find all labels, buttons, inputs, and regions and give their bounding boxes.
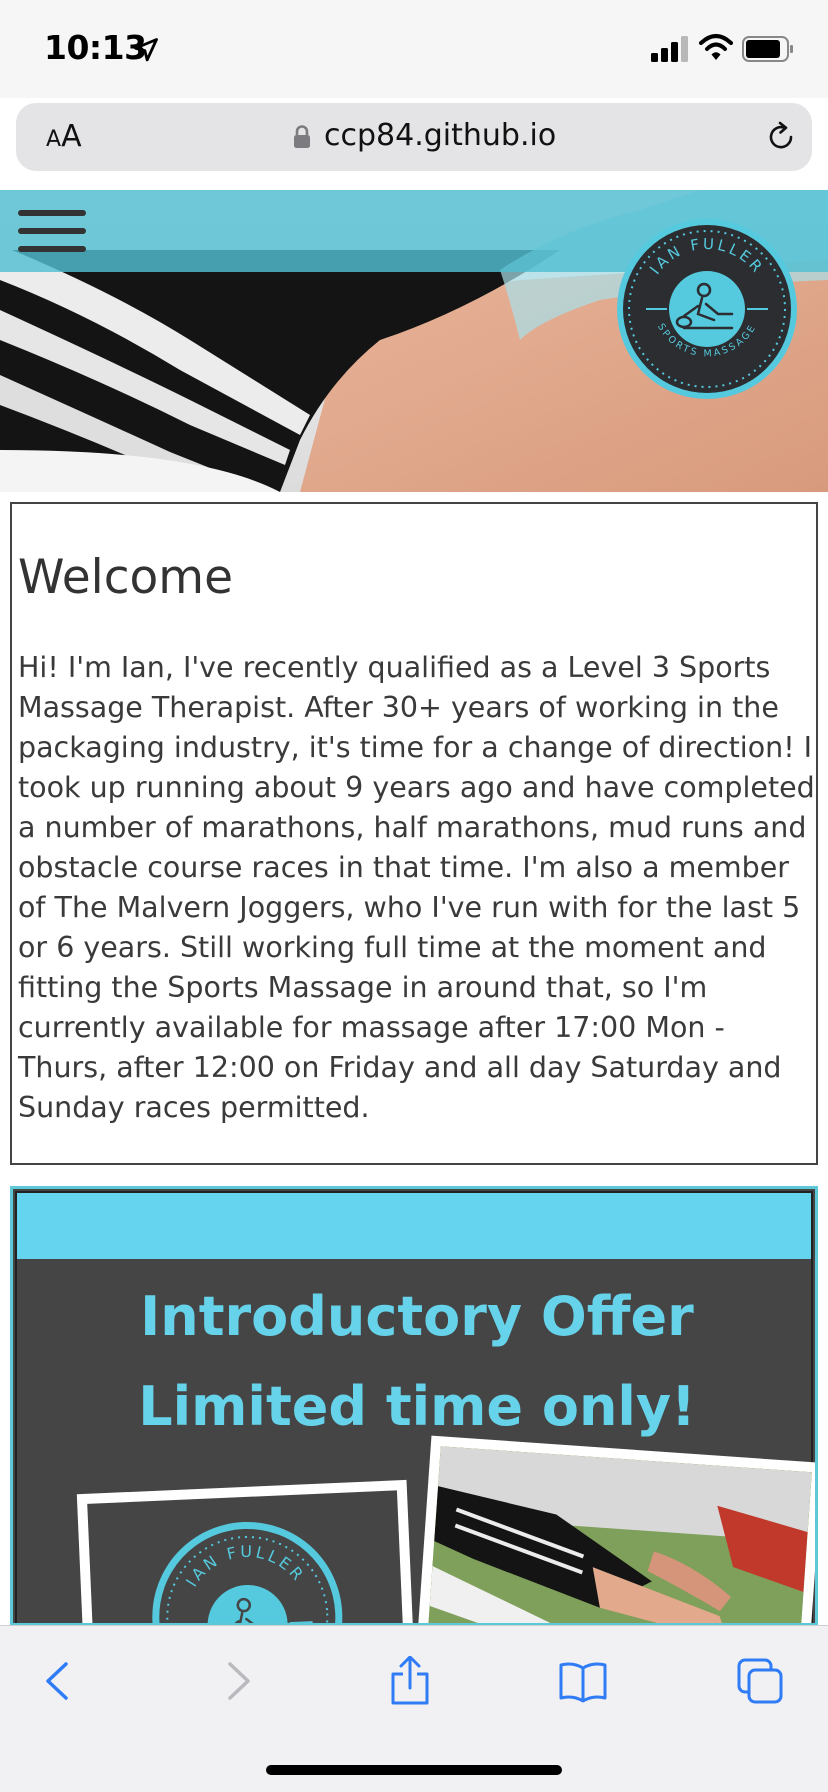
tabs-icon[interactable] (735, 1656, 785, 1706)
welcome-title: Welcome (18, 550, 233, 605)
offer-photo-card (415, 1435, 815, 1623)
offer-banner: Introductory Offer Limited time only! IA… (10, 1186, 818, 1626)
battery-icon (742, 36, 793, 62)
wifi-icon (699, 34, 733, 60)
offer-band (17, 1193, 811, 1259)
status-bar: 10:13 (0, 0, 828, 98)
offer-logo-badge: IAN FULLER (152, 1521, 343, 1623)
location-arrow-icon (134, 38, 158, 62)
share-icon[interactable] (385, 1656, 435, 1706)
welcome-text: Hi! I'm Ian, I've recently qualified as … (18, 651, 815, 1124)
forward-chevron-icon[interactable] (212, 1656, 262, 1706)
aa-small-label: A (46, 127, 62, 152)
cellular-signal-icon (651, 36, 688, 62)
welcome-section: Welcome Hi! I'm Ian, I've recently quali… (10, 502, 818, 1165)
offer-massage-photo (426, 1446, 812, 1623)
reload-icon[interactable] (764, 120, 798, 154)
hamburger-menu-icon[interactable] (18, 210, 86, 256)
text-size-button[interactable]: AA (46, 119, 82, 154)
offer-headline: Introductory Offer (140, 1285, 694, 1348)
url-text: ccp84.github.io (324, 118, 557, 153)
offer-subheadline: Limited time only! (138, 1375, 696, 1438)
aa-large-label: A (61, 119, 82, 154)
lock-icon (294, 125, 310, 148)
hero-banner: IAN FULLER SPORTS MASSAGE (0, 190, 828, 492)
offer-logo-card: IAN FULLER (76, 1479, 416, 1623)
back-chevron-icon[interactable] (34, 1656, 84, 1706)
bookmarks-icon[interactable] (558, 1656, 608, 1706)
logo-badge: IAN FULLER SPORTS MASSAGE (617, 219, 797, 399)
home-indicator[interactable] (266, 1765, 562, 1775)
address-bar[interactable]: AA ccp84.github.io (16, 103, 812, 171)
